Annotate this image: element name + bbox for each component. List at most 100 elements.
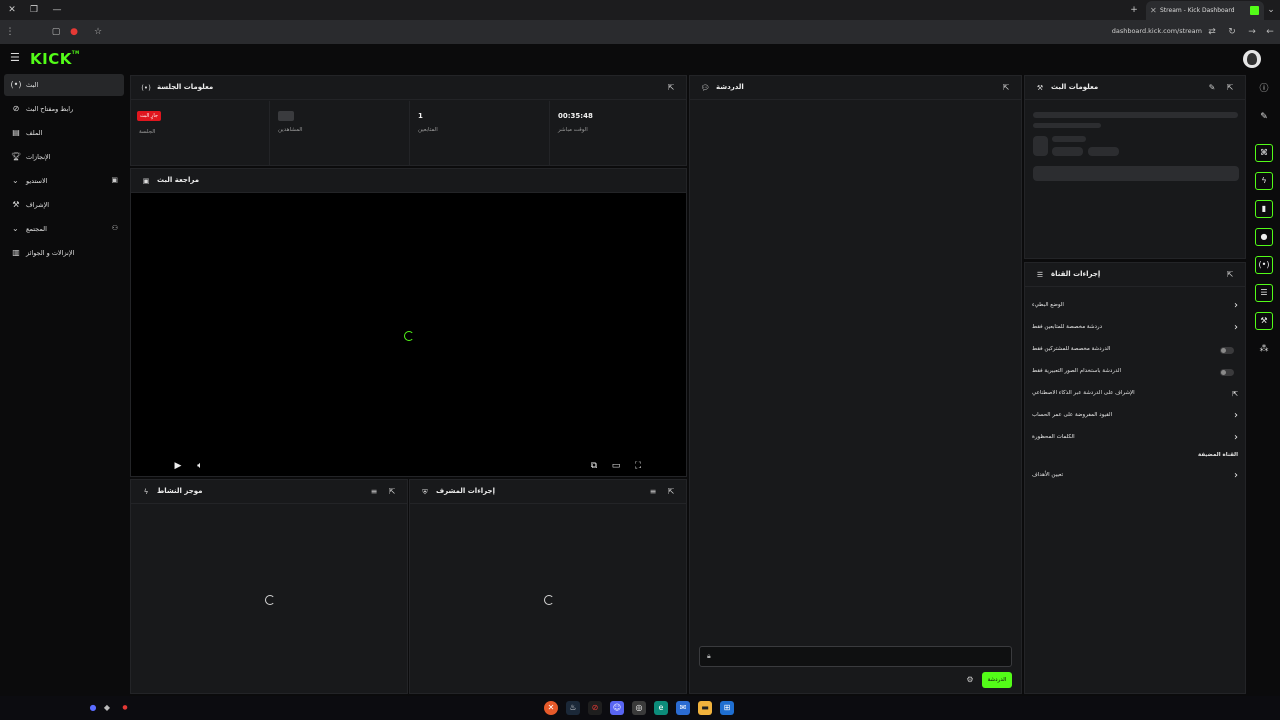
user-avatar[interactable] bbox=[1243, 50, 1261, 68]
sidebar-item-stream[interactable]: (•) البث bbox=[4, 74, 124, 96]
logo-text: KICK bbox=[30, 50, 72, 68]
discord-icon[interactable]: ☺ bbox=[610, 701, 624, 715]
slow-mode-row[interactable]: الوضع البطيء › bbox=[1032, 298, 1240, 316]
stat-live-time: 00:35:48 الوقت مباشر bbox=[550, 101, 687, 165]
play-icon[interactable]: ▶ bbox=[172, 460, 184, 472]
sidebar-item-profile[interactable]: ▤ الملف bbox=[4, 122, 124, 144]
restore-window-icon[interactable]: ❐ bbox=[27, 3, 41, 17]
banned-words-row[interactable]: الكلمات المحظورة › bbox=[1032, 430, 1240, 448]
file-explorer-icon[interactable]: ▬ bbox=[698, 701, 712, 715]
theater-mode-icon[interactable]: ▭ bbox=[610, 460, 622, 472]
set-goals-row[interactable]: تعيين الأهداف › bbox=[1032, 468, 1240, 486]
tools-widget-icon[interactable]: ⚒ bbox=[1255, 312, 1273, 330]
emote-only-toggle[interactable] bbox=[1220, 369, 1234, 376]
adblock-icon[interactable]: ● bbox=[68, 26, 80, 38]
chat-input[interactable]: 🔒︎ bbox=[699, 646, 1012, 667]
hamburger-menu-icon[interactable]: ☰ bbox=[10, 52, 22, 64]
tab-search-icon[interactable]: ⌄ bbox=[1264, 3, 1278, 17]
new-tab-icon[interactable]: + bbox=[1127, 3, 1141, 17]
popout-icon[interactable]: ⇱ bbox=[387, 487, 397, 497]
browser-chrome: ✕ ❐ — + ✕ Stream - Kick Dashboard ⌄ ⋮ ▢ … bbox=[0, 0, 1280, 44]
browser-tab[interactable]: ✕ Stream - Kick Dashboard bbox=[1146, 1, 1264, 20]
adblock-taskbar-icon[interactable]: ⊘ bbox=[588, 701, 602, 715]
subscribers-only-row: الدردشة مخصصة للمشتركين فقط bbox=[1032, 342, 1240, 360]
steam-icon[interactable]: ♨ bbox=[566, 701, 580, 715]
chrome-icon[interactable]: ◎ bbox=[632, 701, 646, 715]
mod-widget-icon[interactable]: ▮ bbox=[1255, 200, 1273, 218]
activity-widget-icon[interactable]: ϟ bbox=[1255, 172, 1273, 190]
mic-icon[interactable]: ● bbox=[86, 701, 100, 715]
close-window-icon[interactable]: ✕ bbox=[5, 3, 19, 17]
stat-label: الجلسة bbox=[139, 129, 156, 135]
forward-icon[interactable]: → bbox=[1246, 26, 1258, 38]
stat-session: جارٍ البث الجلسة bbox=[131, 101, 270, 165]
extension-icon[interactable]: ▢ bbox=[50, 26, 62, 38]
sidebar-item-studio[interactable]: ⌄ الاستديو ▣ bbox=[4, 170, 124, 192]
record-icon[interactable]: ● bbox=[118, 701, 132, 715]
followers-only-row[interactable]: دردشة مخصصة للمتابعين فقط › bbox=[1032, 320, 1240, 338]
url-field[interactable]: dashboard.kick.com/stream bbox=[1112, 27, 1202, 35]
address-bar: ⋮ ▢ ● ☆ dashboard.kick.com/stream ⇄ ↻ → … bbox=[0, 20, 1280, 44]
chat-widget-icon[interactable]: ● bbox=[1255, 228, 1273, 246]
edit-icon[interactable]: ✎ bbox=[1207, 83, 1217, 93]
pencil-icon[interactable]: ✎ bbox=[1255, 108, 1273, 126]
popout-icon[interactable]: ⇱ bbox=[666, 487, 676, 497]
gear-icon[interactable]: ⚙ bbox=[964, 674, 976, 686]
send-chat-button[interactable]: الدردشة bbox=[982, 672, 1012, 688]
skeleton-bar bbox=[1033, 166, 1239, 181]
close-tab-icon[interactable]: ✕ bbox=[1150, 1, 1157, 20]
ai-moderation-row[interactable]: الإشراف على الدردشة عبر الذكاء الاصطناعي… bbox=[1032, 386, 1240, 404]
fullscreen-icon[interactable]: ⛶ bbox=[632, 460, 644, 472]
moderation-icon: ⚒ bbox=[12, 200, 20, 209]
sidebar-item-community[interactable]: ⌄ المجتمع ⚇ bbox=[4, 218, 124, 240]
broadcast-icon: (•) bbox=[10, 80, 22, 89]
sidebar-item-stream-key[interactable]: ⊘ رابط ومفتاح البث bbox=[4, 98, 124, 120]
broadcast-widget-icon[interactable]: (•) bbox=[1255, 256, 1273, 274]
tab-title: Stream - Kick Dashboard bbox=[1160, 7, 1235, 14]
tab-strip: ✕ ❐ — + ✕ Stream - Kick Dashboard ⌄ bbox=[0, 0, 1280, 20]
picture-in-picture-icon[interactable]: ⧉ bbox=[588, 460, 600, 472]
app-taskbar-icon[interactable]: ✕ bbox=[544, 701, 558, 715]
minimize-window-icon[interactable]: — bbox=[50, 3, 64, 17]
activity-feed-panel: ϟ موجز النشاط ≡ ⇱ bbox=[130, 479, 408, 694]
subscribers-only-toggle[interactable] bbox=[1220, 347, 1234, 354]
community-icon: ⚇ bbox=[111, 224, 118, 232]
add-widget-icon[interactable]: ⁂ bbox=[1255, 340, 1273, 358]
volume-icon[interactable]: 🔈︎ bbox=[194, 460, 206, 472]
loading-spinner bbox=[544, 595, 554, 605]
network-icon[interactable]: ◆ bbox=[100, 701, 114, 715]
skeleton-line bbox=[1033, 112, 1238, 118]
popout-icon[interactable]: ⇱ bbox=[666, 83, 676, 93]
panel-header: ⚒ معلومات البث ✎ ⇱ bbox=[1025, 76, 1245, 100]
panel-header: 💬︎ الدردشة ⇱ bbox=[690, 76, 1021, 100]
windows-store-icon[interactable]: ⊞ bbox=[720, 701, 734, 715]
account-age-row[interactable]: القيود المفروضة على عمر الحساب › bbox=[1032, 408, 1240, 426]
edge-icon[interactable]: e bbox=[654, 701, 668, 715]
info-icon[interactable]: ⓘ bbox=[1255, 80, 1273, 98]
channel-widget-icon[interactable]: ☰ bbox=[1255, 284, 1273, 302]
filter-icon[interactable]: ≡ bbox=[369, 487, 379, 497]
sidebar-item-moderation[interactable]: ⚒ الإشراف bbox=[4, 194, 124, 216]
panel-title: معلومات الجلسة bbox=[157, 83, 214, 91]
popout-icon[interactable]: ⇱ bbox=[1225, 270, 1235, 280]
bookmark-star-icon[interactable]: ☆ bbox=[92, 26, 104, 38]
kick-logo[interactable]: KICKTM bbox=[30, 50, 80, 68]
external-link-icon: ⇱ bbox=[1232, 390, 1238, 398]
sidebar-item-achievements[interactable]: 🏆︎ الإنجازات bbox=[4, 146, 124, 168]
row-label: الدردشة باستخدام الصور التعبيرية فقط bbox=[1032, 368, 1122, 374]
mail-icon[interactable]: ✉ bbox=[676, 701, 690, 715]
filter-icon[interactable]: ≡ bbox=[648, 487, 658, 497]
stat-followers: 1 المتابعين bbox=[410, 101, 550, 165]
popout-icon[interactable]: ⇱ bbox=[1225, 83, 1235, 93]
stream-preview-panel: ▣ مراجعة البث bbox=[130, 168, 687, 477]
viewer-count-placeholder bbox=[278, 111, 294, 121]
row-label: الدردشة مخصصة للمشتركين فقط bbox=[1032, 346, 1111, 352]
popout-icon[interactable]: ⇱ bbox=[1001, 83, 1011, 93]
session-widget-icon[interactable]: ⌘ bbox=[1255, 144, 1273, 162]
site-settings-icon[interactable]: ⇄ bbox=[1206, 26, 1218, 38]
back-icon[interactable]: ← bbox=[1264, 26, 1276, 38]
reload-icon[interactable]: ↻ bbox=[1226, 26, 1238, 38]
emote-only-row: الدردشة باستخدام الصور التعبيرية فقط bbox=[1032, 364, 1240, 382]
sidebar-item-drops[interactable]: ▥ الإنزالات و الجوائز bbox=[4, 242, 124, 264]
menu-dots-icon[interactable]: ⋮ bbox=[4, 26, 16, 38]
